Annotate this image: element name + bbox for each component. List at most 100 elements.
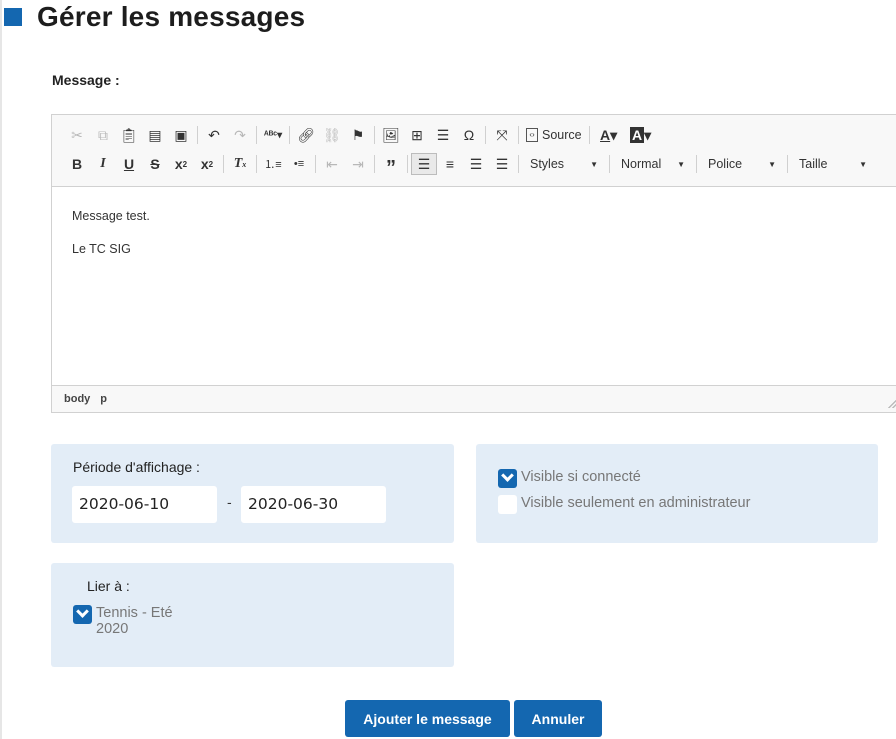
- toolbar-row-2: B I U S x2 x2 Tx ⒈≡ •≡ ⇤ ⇥ ” ☰ ≡ ☰ ☰ Sty…: [64, 152, 875, 179]
- link-icon[interactable]: 🔗︎: [293, 124, 319, 146]
- toolbar-separator: [407, 155, 408, 173]
- page-border: [0, 0, 2, 739]
- content-paragraph: Le TC SIG: [72, 242, 131, 256]
- format-dropdown[interactable]: Normal ▼: [613, 153, 693, 175]
- title-marker: [4, 8, 22, 26]
- special-char-icon[interactable]: Ω: [456, 124, 482, 146]
- source-icon: ‹›: [526, 128, 538, 142]
- start-date-input[interactable]: 2020-06-10: [72, 486, 217, 523]
- numbered-list-icon[interactable]: ⒈≡: [260, 153, 286, 175]
- size-dropdown[interactable]: Taille ▼: [791, 153, 875, 175]
- format-label: Normal: [621, 157, 662, 171]
- date-separator: -: [227, 494, 232, 510]
- anchor-icon[interactable]: ⚑: [345, 124, 371, 146]
- toolbar-separator: [518, 155, 519, 173]
- underline-icon[interactable]: U: [116, 153, 142, 175]
- size-label: Taille: [799, 157, 828, 171]
- toolbar-separator: [256, 126, 257, 144]
- paste-text-icon[interactable]: ▤: [142, 124, 168, 146]
- source-label: Source: [542, 128, 582, 142]
- visible-admin-checkbox[interactable]: [498, 495, 517, 514]
- text-color-icon[interactable]: A ▾: [593, 124, 625, 146]
- chevron-down-icon: ▼: [677, 159, 685, 169]
- toolbar-separator: [696, 155, 697, 173]
- align-center-icon[interactable]: ≡: [437, 153, 463, 175]
- align-left-icon[interactable]: ☰: [411, 153, 437, 175]
- visibility-panel: Visible si connecté Visible seulement en…: [476, 444, 878, 543]
- superscript-icon[interactable]: x2: [194, 153, 220, 175]
- toolbar-separator: [518, 126, 519, 144]
- chevron-down-icon: ▼: [859, 159, 867, 169]
- editor-toolbar: ✂ ⧉ 📋︎ ▤ ▣ ↶ ↷ ᴬᴮᶜ▾ 🔗︎ ⛓ ⚑ 🖼︎ ⊞ ☰ Ω ⤧ ‹›…: [52, 115, 896, 187]
- link-season-option[interactable]: Tennis - Eté 2020: [73, 605, 173, 637]
- horizontal-rule-icon[interactable]: ☰: [430, 124, 456, 146]
- link-season-line1: Tennis - Eté: [96, 605, 173, 621]
- font-dropdown[interactable]: Police ▼: [700, 153, 784, 175]
- link-season-label: Tennis - Eté 2020: [96, 605, 173, 637]
- toolbar-separator: [197, 126, 198, 144]
- bold-icon[interactable]: B: [64, 153, 90, 175]
- link-to-panel: Lier à : Tennis - Eté 2020: [51, 563, 454, 667]
- toolbar-separator: [315, 155, 316, 173]
- strike-icon[interactable]: S: [142, 153, 168, 175]
- table-icon[interactable]: ⊞: [404, 124, 430, 146]
- path-body[interactable]: body: [64, 393, 90, 405]
- styles-dropdown[interactable]: Styles ▼: [522, 153, 606, 175]
- element-path-bar: body p: [52, 385, 896, 412]
- image-icon[interactable]: 🖼︎: [378, 124, 404, 146]
- end-date-input[interactable]: 2020-06-30: [241, 486, 386, 523]
- display-period-panel: Période d'affichage : 2020-06-10 - 2020-…: [51, 444, 454, 543]
- paste-word-icon[interactable]: ▣: [168, 124, 194, 146]
- message-label: Message :: [52, 72, 120, 88]
- rich-text-editor: ✂ ⧉ 📋︎ ▤ ▣ ↶ ↷ ᴬᴮᶜ▾ 🔗︎ ⛓ ⚑ 🖼︎ ⊞ ☰ Ω ⤧ ‹›…: [51, 114, 896, 413]
- remove-format-icon[interactable]: Tx: [227, 153, 253, 175]
- toolbar-separator: [289, 126, 290, 144]
- add-message-button[interactable]: Ajouter le message: [345, 700, 510, 737]
- source-button[interactable]: ‹› Source: [522, 124, 586, 146]
- toolbar-row-1: ✂ ⧉ 📋︎ ▤ ▣ ↶ ↷ ᴬᴮᶜ▾ 🔗︎ ⛓ ⚑ 🖼︎ ⊞ ☰ Ω ⤧ ‹›…: [64, 123, 657, 147]
- align-right-icon[interactable]: ☰: [463, 153, 489, 175]
- background-color-icon[interactable]: A ▾: [625, 124, 657, 146]
- page-title: Gérer les messages: [37, 1, 306, 32]
- toolbar-separator: [787, 155, 788, 173]
- cancel-button[interactable]: Annuler: [514, 700, 602, 737]
- toolbar-separator: [588, 126, 590, 144]
- path-p[interactable]: p: [100, 393, 107, 405]
- visible-admin-option[interactable]: Visible seulement en administrateur: [498, 495, 750, 514]
- visible-connected-checkbox[interactable]: [498, 469, 517, 488]
- unlink-icon[interactable]: ⛓: [319, 124, 345, 146]
- page-header: Gérer les messages: [4, 0, 305, 34]
- styles-label: Styles: [530, 157, 565, 171]
- toolbar-separator: [374, 126, 375, 144]
- paste-icon[interactable]: 📋︎: [116, 124, 142, 146]
- chevron-down-icon: ▼: [590, 159, 598, 169]
- visible-connected-label: Visible si connecté: [521, 469, 641, 485]
- justify-icon[interactable]: ☰: [489, 153, 515, 175]
- bulleted-list-icon[interactable]: •≡: [286, 153, 312, 175]
- subscript-icon[interactable]: x2: [168, 153, 194, 175]
- link-label: Lier à :: [87, 578, 130, 594]
- visible-admin-label: Visible seulement en administrateur: [521, 495, 751, 511]
- chevron-down-icon: ▼: [768, 159, 776, 169]
- italic-icon[interactable]: I: [90, 153, 116, 175]
- copy-icon[interactable]: ⧉: [90, 124, 116, 146]
- visible-connected-option[interactable]: Visible si connecté: [498, 469, 641, 488]
- undo-icon[interactable]: ↶: [201, 124, 227, 146]
- period-label: Période d'affichage :: [73, 459, 200, 475]
- font-label: Police: [708, 157, 743, 171]
- editor-content[interactable]: Message test. Le TC SIG: [52, 187, 896, 387]
- link-season-line2: 2020: [96, 621, 129, 637]
- toolbar-separator: [485, 126, 486, 144]
- indent-icon[interactable]: ⇥: [345, 153, 371, 175]
- toolbar-separator: [609, 155, 610, 173]
- redo-icon[interactable]: ↷: [227, 124, 253, 146]
- toolbar-separator: [223, 155, 224, 173]
- spellcheck-icon[interactable]: ᴬᴮᶜ▾: [260, 124, 286, 146]
- outdent-icon[interactable]: ⇤: [319, 153, 345, 175]
- blockquote-icon[interactable]: ”: [378, 153, 404, 179]
- resize-handle-icon[interactable]: [888, 400, 896, 408]
- maximize-icon[interactable]: ⤧: [489, 124, 515, 146]
- link-season-checkbox[interactable]: [73, 605, 92, 624]
- toolbar-separator: [374, 155, 375, 173]
- cut-icon[interactable]: ✂: [64, 124, 90, 146]
